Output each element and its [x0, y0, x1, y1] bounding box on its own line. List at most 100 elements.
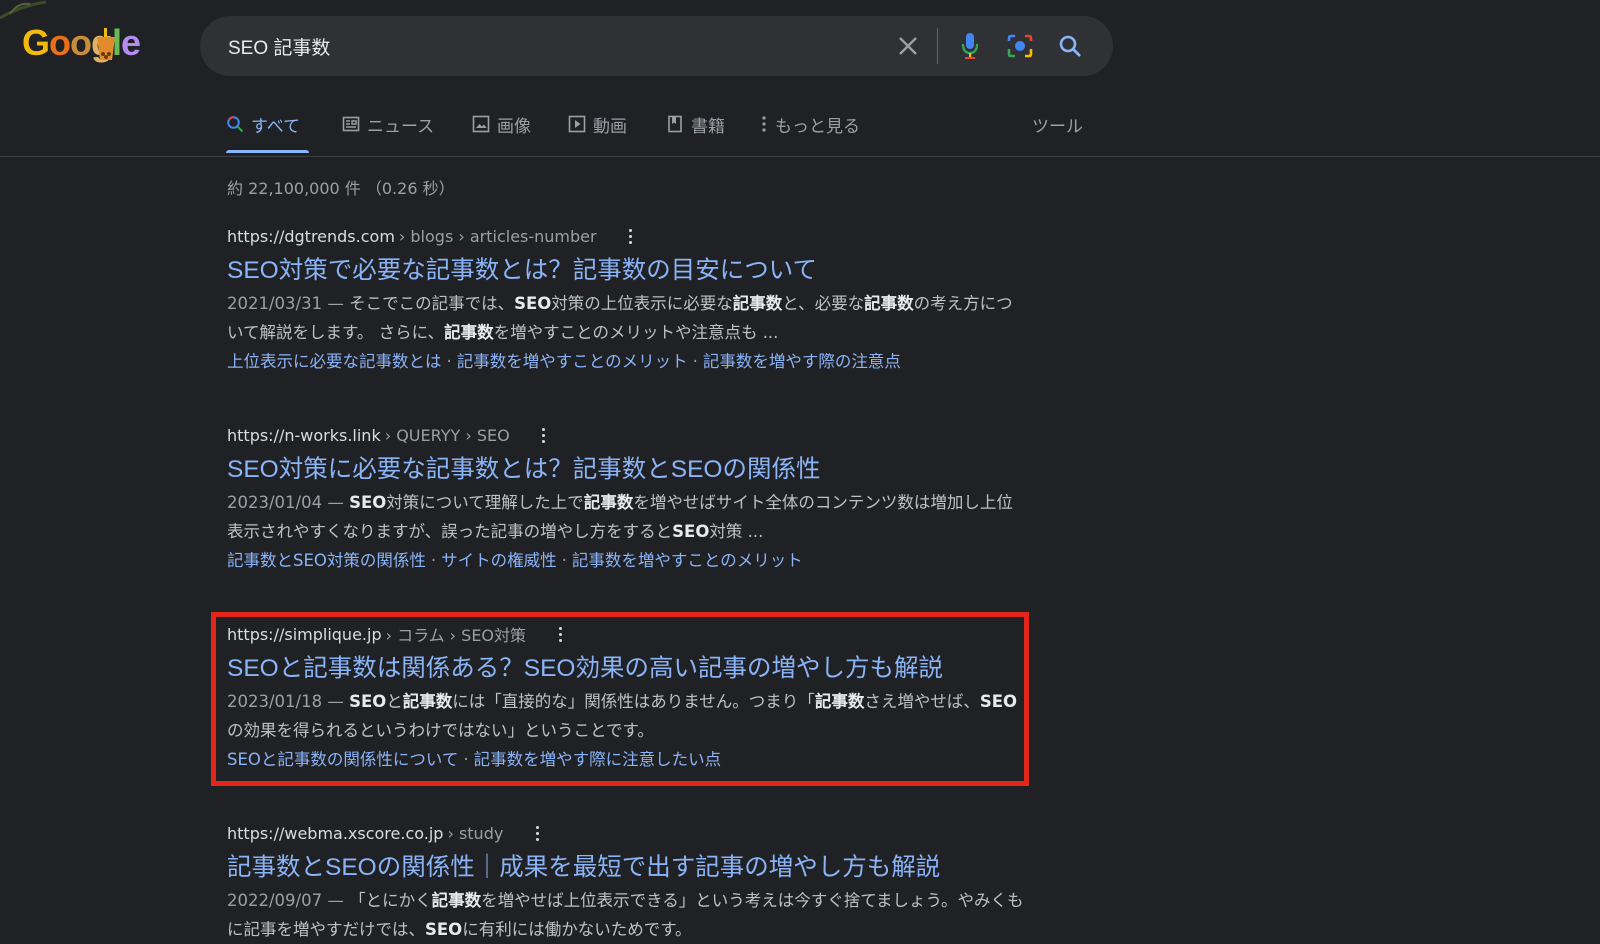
snippet-bold-term: 記事数 [444, 323, 494, 342]
sitelink-separator: · [692, 352, 698, 371]
sitelink[interactable]: 記事数を増やす際の注意点 [703, 352, 901, 371]
result-snippet: 2023/01/04 — SEO対策について理解した上で記事数を増やせばサイト全… [227, 488, 1027, 546]
sitelink[interactable]: 記事数を増やすことのメリット [457, 352, 688, 371]
snippet-bold-term: SEO [979, 692, 1017, 711]
snippet-text-run: の効果を得られるというわけではない」ということです。 [227, 721, 654, 740]
boba-cup-icon [97, 28, 115, 60]
sitelink[interactable]: 記事数とSEO対策の関係性 [227, 551, 426, 570]
snippet-text-run: 対策 ... [709, 522, 764, 541]
search-result: https://dgtrends.com › blogs › articles-… [227, 224, 1027, 376]
snippet-text-run: に有利には働かないためです。 [462, 920, 692, 939]
more-options-icon[interactable] [623, 226, 639, 246]
search-divider [937, 28, 938, 64]
tab-books[interactable]: 書籍 [666, 112, 725, 156]
snippet-text: SEOと記事数には「直接的な」関係性はありません。つまり「記事数さえ増やせば、S… [227, 692, 1017, 740]
search-input[interactable]: SEO 記事数 [228, 33, 330, 60]
logo-letter: o [49, 22, 71, 63]
more-options-icon[interactable] [552, 624, 568, 644]
tab-news[interactable]: ニュース [342, 112, 434, 156]
snippet-text-run: そこでこの記事では、 [343, 294, 515, 313]
sitelink-separator: · [430, 551, 437, 570]
snippet-bold-term: SEO [349, 493, 387, 512]
snippet-bold-term: SEO [349, 692, 387, 711]
more-options-icon[interactable] [529, 823, 545, 843]
result-title-link[interactable]: SEOと記事数は関係ある？SEO効果の高い記事の増やし方も解説 [227, 653, 1027, 685]
microphone-icon[interactable] [954, 30, 986, 62]
close-icon[interactable] [892, 30, 924, 62]
result-date: 2023/01/18 — [227, 692, 344, 711]
image-icon [472, 115, 490, 133]
sitelink[interactable]: サイトの権威性 [441, 551, 557, 570]
snippet-text-run: には「直接的な」関係性はありません。つまり「 [452, 692, 815, 711]
snippet-text-run: と [386, 692, 403, 711]
camera-lens-icon[interactable] [1004, 30, 1036, 62]
result-citation[interactable]: https://dgtrends.com › blogs › articles-… [227, 224, 1027, 248]
snippet-text: そこでこの記事では、SEO対策の上位表示に必要な記事数と、必要な記事数の考え方に… [227, 294, 1013, 342]
result-citation[interactable]: https://n-works.link › QUERYY › SEO [227, 423, 1027, 447]
doodle-leaf-decoration [0, 0, 47, 20]
result-breadcrumbs: › QUERYY › SEO [384, 425, 510, 445]
snippet-text: 「とにかく記事数を増やせば上位表示できる」という考えは今すぐ捨てましょう。やみく… [227, 891, 1023, 939]
sitelink[interactable]: SEOと記事数の関係性について [227, 750, 458, 769]
result-title-link[interactable]: SEO対策で必要な記事数とは？記事数の目安について [227, 255, 1027, 287]
active-tab-indicator [226, 150, 309, 153]
snippet-bold-term: SEO [514, 294, 552, 313]
news-icon [342, 116, 360, 132]
result-snippet: 2022/09/07 — 「とにかく記事数を増やせば上位表示できる」という考えは… [227, 886, 1027, 944]
google-doodle-logo[interactable]: Google [22, 22, 147, 72]
result-url: https://dgtrends.com [227, 226, 395, 246]
search-result: https://n-works.link › QUERYY › SEO SEO対… [227, 423, 1027, 575]
result-breadcrumbs: › blogs › articles-number [398, 226, 597, 246]
tools-button[interactable]: ツール [1032, 112, 1083, 137]
sitelink[interactable]: 記事数を増やす際に注意したい点 [474, 750, 722, 769]
result-title-link[interactable]: 記事数とSEOの関係性｜成果を最短で出す記事の増やし方も解説 [227, 852, 1027, 884]
sitelink[interactable]: 上位表示に必要な記事数とは [227, 352, 442, 371]
tab-label: 動画 [593, 117, 627, 137]
result-sitelinks: SEOと記事数の関係性について · 記事数を増やす際に注意したい点 [227, 745, 1027, 774]
tab-label: もっと見る [775, 117, 860, 137]
snippet-text-run: を増やすことのメリットや注意点も ... [493, 323, 779, 342]
result-citation[interactable]: https://simplique.jp › コラム › SEO対策 [227, 622, 1027, 646]
logo-letter: o [70, 22, 92, 63]
snippet-bold-term: 記事数 [732, 294, 783, 313]
sitelink-separator: · [463, 750, 469, 769]
result-sitelinks: 上位表示に必要な記事数とは · 記事数を増やすことのメリット · 記事数を増やす際の注意… [227, 347, 1027, 376]
sitelink[interactable]: 記事数を増やすことのメリット [572, 551, 803, 570]
tab-label: 画像 [497, 117, 531, 137]
result-url: https://n-works.link [227, 425, 381, 445]
search-icon[interactable] [1054, 30, 1086, 62]
snippet-bold-term: 記事数 [864, 294, 914, 313]
video-icon [568, 115, 586, 133]
result-sitelinks: 記事数とSEO対策の関係性 · サイトの権威性 · 記事数を増やすことのメリット [227, 546, 1027, 575]
header-divider [0, 156, 1600, 157]
result-date: 2021/03/31 — [227, 294, 344, 313]
result-title-link[interactable]: SEO対策に必要な記事数とは？記事数とSEOの関係性 [227, 454, 1027, 486]
tab-label: すべて [251, 117, 301, 137]
book-icon [668, 115, 682, 133]
snippet-text-run: 「とにかく [343, 891, 432, 910]
snippet-text-run: 対策の上位表示に必要な [551, 294, 733, 313]
search-bar[interactable]: SEO 記事数 [200, 16, 1113, 76]
result-snippet: 2021/03/31 — そこでこの記事では、SEO対策の上位表示に必要な記事数… [227, 289, 1027, 347]
result-breadcrumbs: › コラム › SEO対策 [385, 626, 527, 645]
result-stats: 約 22,100,000 件 （0.26 秒） [227, 179, 455, 198]
more-options-icon[interactable] [536, 425, 552, 445]
snippet-text-run: 対策について理解した上で [386, 493, 584, 512]
snippet-bold-term: 記事数 [431, 891, 482, 910]
tab-more[interactable]: もっと見る [760, 112, 860, 156]
logo-letter: G [22, 22, 50, 63]
result-breadcrumbs: › study [447, 823, 504, 843]
logo-letter: e [121, 22, 141, 63]
search-result: https://webma.xscore.co.jp › study 記事数とS… [227, 821, 1027, 944]
tab-images[interactable]: 画像 [472, 112, 531, 156]
result-citation[interactable]: https://webma.xscore.co.jp › study [227, 821, 1027, 845]
sitelink-separator: · [561, 551, 567, 570]
tab-videos[interactable]: 動画 [568, 112, 627, 156]
snippet-bold-term: 記事数 [814, 692, 865, 711]
result-snippet: 2023/01/18 — SEOと記事数には「直接的な」関係性はありません。つま… [227, 687, 1027, 745]
result-date: 2022/09/07 — [227, 891, 344, 910]
result-url: https://webma.xscore.co.jp [227, 823, 444, 843]
result-date: 2023/01/04 — [227, 493, 344, 512]
sitelink-separator: · [446, 352, 452, 371]
snippet-text-run: と、必要な [782, 294, 865, 313]
